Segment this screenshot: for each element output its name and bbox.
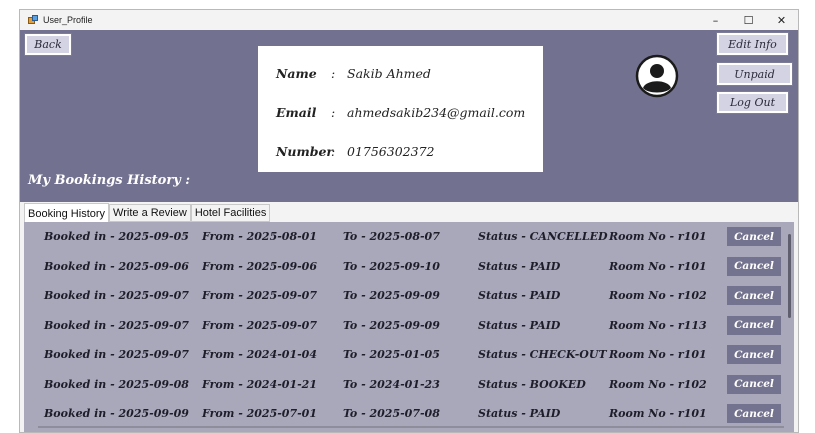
- room-number: Room No - r101: [609, 230, 707, 243]
- cancel-button[interactable]: Cancel: [727, 227, 781, 246]
- booking-row: Booked in - 2025-09-05 From - 2025-08-01…: [24, 222, 784, 252]
- booking-status: Status - PAID: [478, 259, 561, 273]
- edit-info-button[interactable]: Edit Info: [716, 32, 789, 56]
- cancel-button[interactable]: Cancel: [727, 345, 781, 364]
- to-date: To - 2025-09-10: [343, 259, 440, 273]
- room-number: Room No - r102: [609, 377, 707, 391]
- name-separator: :: [331, 66, 336, 81]
- profile-header: Back Name : Sakib Ahmed Email : ahmedsak…: [20, 30, 798, 202]
- to-date: To - 2025-09-09: [343, 318, 440, 332]
- booking-status: Status - BOOKED: [478, 377, 586, 391]
- tab-write-review[interactable]: Write a Review: [109, 204, 191, 222]
- bookings-history-title: My Bookings History :: [28, 173, 191, 188]
- vertical-scrollbar[interactable]: [788, 234, 791, 318]
- cancel-button[interactable]: Cancel: [727, 256, 781, 276]
- booking-list: Booked in - 2025-09-05 From - 2025-08-01…: [24, 222, 794, 432]
- minimize-button[interactable]: –: [699, 10, 732, 30]
- from-date: From - 2024-01-21: [202, 377, 317, 391]
- horizontal-scrollbar[interactable]: [38, 426, 784, 428]
- email-row: Email : ahmedsakib234@gmail.com: [276, 105, 525, 120]
- back-button[interactable]: Back: [24, 33, 72, 56]
- booked-date: Booked in - 2025-09-07: [44, 348, 189, 361]
- tab-hotel-facilities[interactable]: Hotel Facilities: [190, 204, 271, 222]
- unpaid-button[interactable]: Unpaid: [716, 62, 793, 86]
- email-label: Email: [276, 105, 317, 120]
- user-profile-window: User_Profile – ☐ ✕ Back Name : Sakib Ahm…: [19, 9, 799, 433]
- close-button[interactable]: ✕: [765, 10, 798, 30]
- window-title: User_Profile: [43, 15, 93, 25]
- booking-status: Status - CANCELLED: [478, 230, 608, 243]
- from-date: From - 2025-09-07: [202, 289, 317, 302]
- logout-button[interactable]: Log Out: [716, 91, 789, 114]
- room-number: Room No - r113: [609, 318, 707, 332]
- booked-date: Booked in - 2025-09-07: [44, 318, 189, 332]
- booking-status: Status - PAID: [478, 289, 561, 302]
- from-date: From - 2025-09-07: [202, 318, 317, 332]
- app-icon: [28, 15, 38, 25]
- profile-info-card: Name : Sakib Ahmed Email : ahmedsakib234…: [258, 46, 543, 172]
- email-value: ahmedsakib234@gmail.com: [347, 105, 526, 120]
- window-controls: – ☐ ✕: [699, 10, 798, 30]
- to-date: To - 2025-09-09: [343, 289, 440, 302]
- booked-date: Booked in - 2025-09-06: [44, 259, 189, 273]
- from-date: From - 2025-07-01: [202, 407, 317, 420]
- number-row: Number : 01756302372: [276, 144, 434, 159]
- tab-booking-history[interactable]: Booking History: [24, 203, 110, 223]
- name-row: Name : Sakib Ahmed: [276, 66, 431, 81]
- room-number: Room No - r102: [609, 289, 707, 302]
- room-number: Room No - r101: [609, 407, 707, 420]
- from-date: From - 2024-01-04: [202, 348, 317, 361]
- cancel-button[interactable]: Cancel: [727, 315, 781, 335]
- name-value: Sakib Ahmed: [347, 66, 431, 81]
- booking-row: Booked in - 2025-09-06 From - 2025-09-06…: [24, 252, 784, 282]
- email-separator: :: [331, 105, 336, 120]
- to-date: To - 2024-01-23: [343, 377, 440, 391]
- room-number: Room No - r101: [609, 259, 707, 273]
- to-date: To - 2025-01-05: [343, 348, 440, 361]
- to-date: To - 2025-08-07: [343, 230, 440, 243]
- booking-status: Status - CHECK-OUT: [478, 348, 607, 361]
- cancel-button[interactable]: Cancel: [727, 286, 781, 305]
- booking-status: Status - PAID: [478, 318, 561, 332]
- booking-row: Booked in - 2025-09-08 From - 2024-01-21…: [24, 370, 784, 400]
- room-number: Room No - r101: [609, 348, 707, 361]
- name-label: Name: [276, 66, 317, 81]
- avatar-icon: [635, 54, 679, 98]
- cancel-button[interactable]: Cancel: [727, 404, 781, 423]
- booking-row: Booked in - 2025-09-07 From - 2025-09-07…: [24, 281, 784, 311]
- tab-bar: Booking History Write a Review Hotel Fac…: [24, 203, 271, 223]
- number-separator: :: [331, 144, 336, 159]
- cancel-button[interactable]: Cancel: [727, 374, 781, 394]
- booked-date: Booked in - 2025-09-05: [44, 230, 189, 243]
- from-date: From - 2025-09-06: [202, 259, 317, 273]
- booking-row: Booked in - 2025-09-07 From - 2024-01-04…: [24, 340, 784, 370]
- booked-date: Booked in - 2025-09-09: [44, 407, 189, 420]
- booking-row: Booked in - 2025-09-09 From - 2025-07-01…: [24, 399, 784, 429]
- booking-status: Status - PAID: [478, 407, 561, 420]
- to-date: To - 2025-07-08: [343, 407, 440, 420]
- number-label: Number: [276, 144, 334, 159]
- booked-date: Booked in - 2025-09-07: [44, 289, 189, 302]
- maximize-button[interactable]: ☐: [732, 10, 765, 30]
- booked-date: Booked in - 2025-09-08: [44, 377, 189, 391]
- from-date: From - 2025-08-01: [202, 230, 317, 243]
- number-value: 01756302372: [347, 144, 435, 159]
- booking-row: Booked in - 2025-09-07 From - 2025-09-07…: [24, 311, 784, 341]
- title-bar: User_Profile – ☐ ✕: [20, 10, 798, 30]
